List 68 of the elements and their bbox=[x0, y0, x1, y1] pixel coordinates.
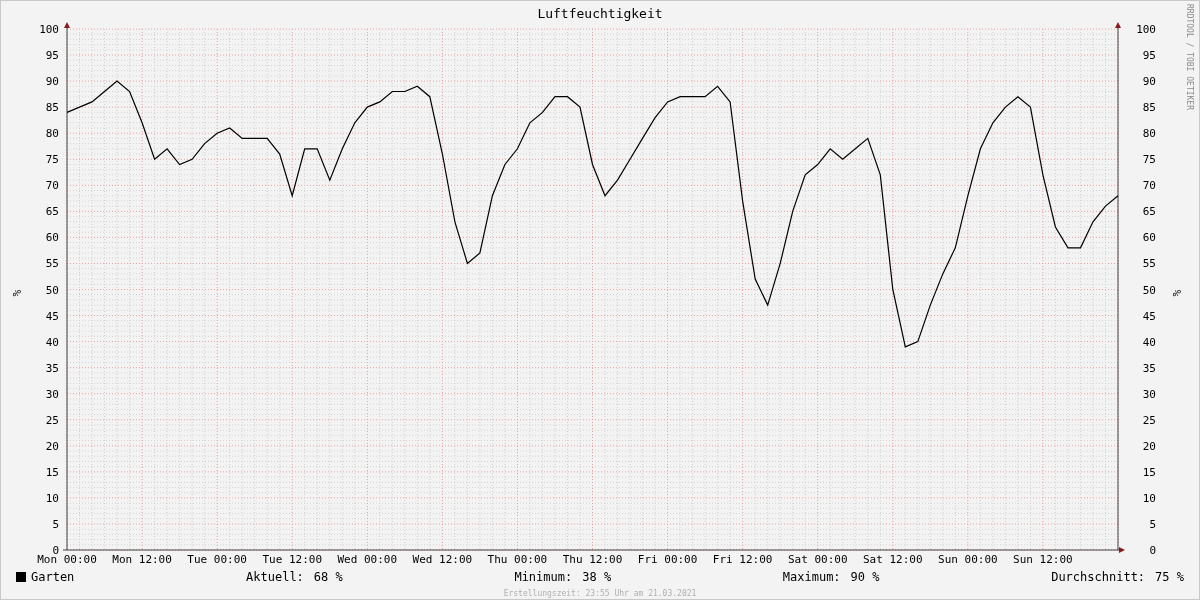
y-tick-label: 40 bbox=[1142, 335, 1156, 349]
y-axis-label: % bbox=[10, 289, 23, 297]
y-tick-label: 75 bbox=[1142, 153, 1156, 167]
legend-label: Garten bbox=[31, 570, 75, 584]
y-tick-label: 85 bbox=[45, 101, 59, 115]
y-tick-label: 70 bbox=[1142, 179, 1156, 193]
x-tick-label: Sun 12:00 bbox=[1013, 553, 1073, 566]
stat-label: Durchschnitt: bbox=[1051, 570, 1146, 584]
y-tick-label: 55 bbox=[45, 257, 59, 271]
y-tick-label: 20 bbox=[45, 439, 59, 453]
x-tick-label: Wed 00:00 bbox=[337, 553, 398, 566]
y-tick-label: 25 bbox=[45, 413, 59, 427]
y-tick-label: 90 bbox=[45, 75, 59, 89]
y-tick-label: 30 bbox=[45, 387, 59, 401]
y-tick-label: 80 bbox=[1142, 127, 1156, 141]
y-tick-label: 10 bbox=[45, 491, 59, 505]
y-tick-label: 50 bbox=[1142, 283, 1156, 297]
y-tick-label: 35 bbox=[1142, 361, 1156, 375]
y-tick-label: 90 bbox=[1142, 75, 1156, 89]
y-tick-label: 15 bbox=[45, 465, 59, 479]
y-tick-label: 65 bbox=[1142, 205, 1156, 219]
stat-value: 68 % bbox=[313, 570, 343, 584]
y-tick-label: 65 bbox=[45, 205, 59, 219]
y-tick-label: 0 bbox=[1149, 544, 1156, 557]
y-tick-label: 100 bbox=[39, 23, 59, 36]
y-tick-label: 35 bbox=[45, 361, 59, 375]
x-tick-label: Wed 12:00 bbox=[412, 553, 473, 566]
stat-label: Minimum: bbox=[514, 570, 573, 584]
y-tick-label: 75 bbox=[45, 153, 59, 167]
y-tick-label: 15 bbox=[1142, 465, 1156, 479]
x-tick-label: Sat 12:00 bbox=[863, 553, 923, 566]
x-tick-label: Fri 12:00 bbox=[712, 553, 773, 566]
y-tick-label: 85 bbox=[1142, 101, 1156, 115]
y-tick-label: 5 bbox=[52, 517, 59, 531]
footer-text: Erstellungszeit: 23:55 Uhr am 21.03.2021 bbox=[503, 589, 697, 598]
chart-title: Luftfeuchtigkeit bbox=[537, 6, 663, 21]
y-tick-label: 95 bbox=[1142, 49, 1156, 63]
x-tick-label: Thu 00:00 bbox=[487, 553, 548, 566]
y-tick-label: 60 bbox=[1142, 231, 1156, 245]
y-tick-label: 95 bbox=[45, 49, 59, 63]
x-tick-label: Sun 00:00 bbox=[938, 553, 998, 566]
y-tick-label: 45 bbox=[1142, 309, 1156, 323]
y-tick-label: 30 bbox=[1142, 387, 1156, 401]
y-tick-label: 60 bbox=[45, 231, 59, 245]
y-tick-label: 70 bbox=[45, 179, 59, 193]
stat-value: 38 % bbox=[582, 570, 612, 584]
x-tick-label: Tue 00:00 bbox=[187, 553, 247, 566]
x-tick-label: Mon 12:00 bbox=[112, 553, 172, 566]
y-axis-label: % bbox=[1170, 289, 1183, 297]
y-tick-label: 20 bbox=[1142, 439, 1156, 453]
x-tick-label: Sat 00:00 bbox=[787, 553, 848, 566]
stat-label: Aktuell: bbox=[246, 570, 304, 584]
y-tick-label: 50 bbox=[45, 283, 59, 297]
y-tick-label: 55 bbox=[1142, 257, 1156, 271]
x-tick-label: Fri 00:00 bbox=[637, 553, 698, 566]
stat-label: Maximum: bbox=[782, 570, 841, 584]
x-tick-label: Thu 12:00 bbox=[562, 553, 623, 566]
stat-value: 90 % bbox=[850, 570, 880, 584]
y-tick-label: 100 bbox=[1136, 23, 1156, 36]
y-tick-label: 10 bbox=[1142, 491, 1156, 505]
stat-value: 75 % bbox=[1155, 570, 1184, 584]
y-tick-label: 45 bbox=[45, 309, 59, 323]
y-tick-label: 25 bbox=[1142, 413, 1156, 427]
signature-text: RRDTOOL / TOBI OETIKER bbox=[1185, 4, 1194, 110]
y-tick-label: 5 bbox=[1149, 517, 1156, 531]
x-tick-label: Tue 12:00 bbox=[262, 553, 322, 566]
y-tick-label: 80 bbox=[45, 127, 59, 141]
y-tick-label: 40 bbox=[45, 335, 59, 349]
